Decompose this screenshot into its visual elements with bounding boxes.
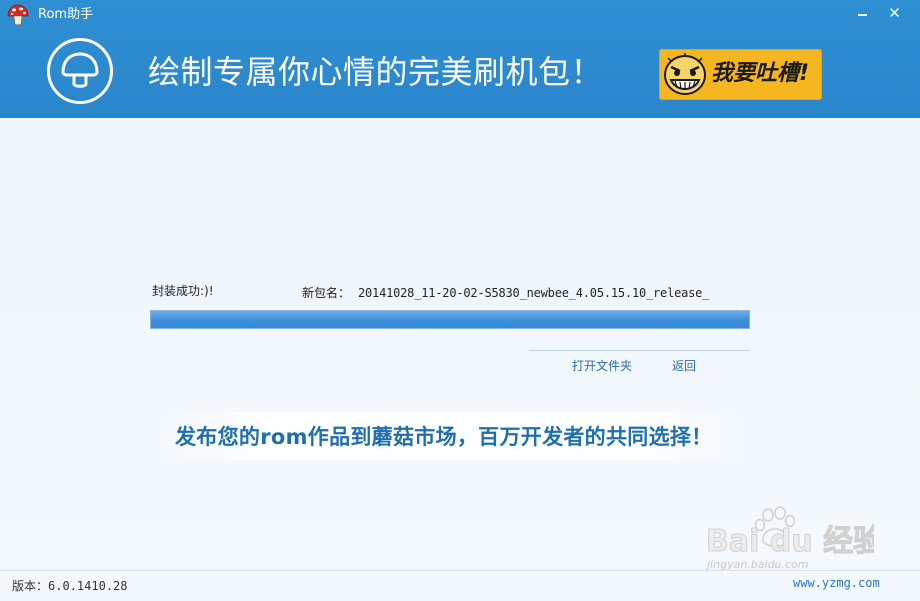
version-info: 版本：6.0.1410.28 (12, 579, 128, 593)
package-name-label: 新包名： (302, 286, 351, 300)
pack-progress-bar (150, 310, 750, 329)
back-link[interactable]: 返回 (672, 358, 696, 374)
complain-button[interactable]: 我要吐槽! (659, 49, 822, 100)
progress-fill (151, 311, 749, 328)
version-value: 6.0.1410.28 (48, 579, 128, 593)
version-label: 版本： (12, 579, 49, 593)
rom-assistant-window: Rom助手 ✕ 绘制专属你心情的完美刷机包！ 我要吐槽! 封装成功:)! 新包名… (0, 0, 920, 601)
pack-status-text: 封装成功:)! (152, 284, 214, 298)
minimize-button[interactable] (846, 0, 879, 26)
status-bar: 版本：6.0.1410.28 (0, 570, 920, 601)
complain-button-label: 我要吐槽! (711, 61, 810, 86)
package-name-value: 20141028_11-20-02-S5830_newbee_4.05.15.1… (358, 286, 710, 300)
red-mushroom-icon (7, 4, 29, 26)
window-title: Rom助手 (38, 7, 94, 22)
mushroom-outline-icon (47, 38, 113, 104)
minimize-icon (858, 14, 867, 16)
close-button[interactable]: ✕ (878, 0, 911, 26)
main-content (0, 118, 920, 570)
rage-face-icon (664, 53, 706, 95)
promo-text[interactable]: 发布您的rom作品到蘑菇市场，百万开发者的共同选择！ (175, 423, 712, 451)
actions-divider (529, 350, 750, 351)
watermark-domain-text: www.yzmg.com (793, 576, 880, 590)
banner-slogan: 绘制专属你心情的完美刷机包！ (148, 53, 604, 91)
header-banner: Rom助手 ✕ 绘制专属你心情的完美刷机包！ 我要吐槽! (0, 0, 920, 118)
open-folder-link[interactable]: 打开文件夹 (572, 358, 632, 374)
